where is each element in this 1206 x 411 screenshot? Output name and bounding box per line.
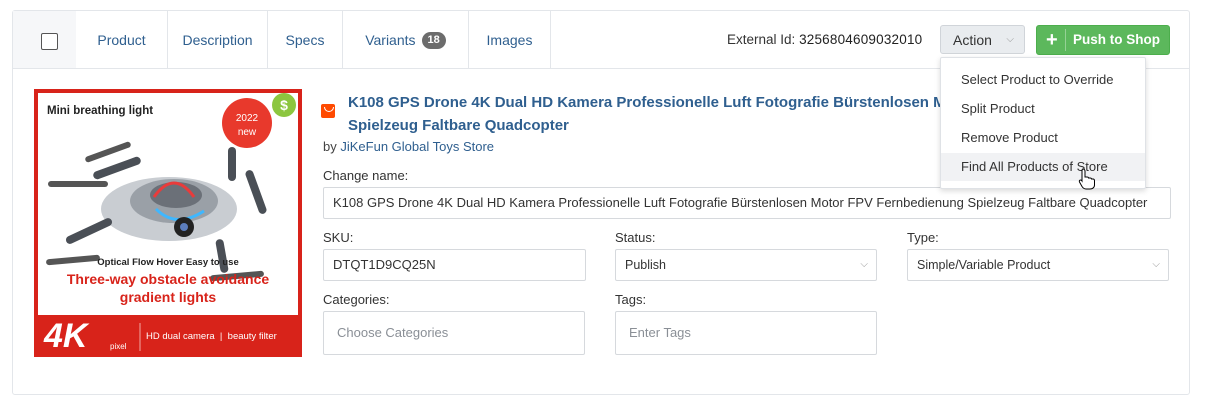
optical-text: Optical Flow Hover Easy to use (97, 257, 239, 268)
by-label: by (323, 139, 337, 154)
product-image[interactable]: $ Mini breathing light 2022 new Optical … (34, 89, 302, 357)
variants-count-badge: 18 (421, 31, 446, 49)
select-checkbox[interactable] (41, 33, 58, 50)
push-to-shop-button[interactable]: + Push to Shop (1036, 25, 1170, 55)
select-cell (13, 11, 77, 68)
chevron-down-icon: ⌵ (1152, 259, 1160, 270)
tags-label: Tags: (615, 292, 647, 307)
menu-item-find-store-products[interactable]: Find All Products of Store (941, 153, 1145, 181)
type-select[interactable]: Simple/Variable Product ⌵ (907, 249, 1169, 281)
sku-input[interactable]: DTQT1D9CQ25N (323, 249, 586, 281)
change-name-label: Change name: (323, 168, 409, 183)
resolution-sub-text: pixel (110, 342, 127, 351)
product-card: Product Description Specs Variants 18 Ima… (12, 10, 1190, 395)
product-title-line1: K108 GPS Drone 4K Dual HD Kamera Profess… (348, 94, 958, 111)
headline-line2: gradient lights (119, 289, 217, 305)
hand-cursor-icon (1078, 168, 1095, 190)
badge-year-text: 2022 (235, 113, 259, 124)
resolution-text: 4K (44, 317, 88, 355)
aliexpress-icon (321, 104, 335, 118)
store-byline: by JiKeFun Global Toys Store (323, 139, 494, 154)
svg-text:$: $ (280, 97, 288, 113)
action-label: Action (953, 32, 992, 48)
menu-item-select-override[interactable]: Select Product to Override (941, 66, 1145, 94)
categories-label: Categories: (323, 292, 390, 307)
store-link[interactable]: JiKeFun Global Toys Store (340, 139, 494, 154)
type-value: Simple/Variable Product (917, 258, 1051, 272)
plus-icon: + (1046, 29, 1058, 51)
product-title-line2: Spielzeug Faltbare Quadcopter (348, 117, 569, 134)
features-text: HD dual camera | beauty filter (146, 331, 277, 342)
external-id-label: External Id: (727, 32, 796, 47)
action-dropdown-button[interactable]: Action ⌵ (940, 25, 1025, 54)
sku-label: SKU: (323, 230, 354, 245)
badge-new-text: new (237, 127, 257, 138)
menu-item-remove-product[interactable]: Remove Product (941, 124, 1145, 152)
tab-specs[interactable]: Specs (268, 11, 343, 68)
status-label: Status: (615, 230, 656, 245)
status-select[interactable]: Publish ⌵ (615, 249, 877, 281)
button-divider (1065, 29, 1066, 51)
chevron-down-icon: ⌵ (1006, 34, 1014, 45)
menu-item-split-product[interactable]: Split Product (941, 95, 1145, 123)
chevron-down-icon: ⌵ (860, 259, 868, 270)
external-id-value: 3256804609032010 (799, 32, 923, 47)
push-to-shop-label: Push to Shop (1073, 32, 1160, 47)
headline-line1: Three-way obstacle avoidance (66, 271, 270, 287)
tab-product[interactable]: Product (76, 11, 168, 68)
tab-description[interactable]: Description (168, 11, 268, 68)
type-label: Type: (907, 230, 939, 245)
categories-input[interactable]: Choose Categories (323, 311, 585, 355)
action-menu: Select Product to Override Split Product… (940, 57, 1146, 189)
tab-variants-label: Variants (365, 32, 416, 48)
tab-variants[interactable]: Variants 18 (343, 11, 469, 68)
change-name-input[interactable]: K108 GPS Drone 4K Dual HD Kamera Profess… (323, 187, 1171, 219)
product-title-link[interactable]: K108 GPS Drone 4K Dual HD Kamera Profess… (348, 91, 958, 137)
mini-light-text: Mini breathing light (47, 105, 154, 117)
tags-input[interactable]: Enter Tags (615, 311, 877, 355)
external-id: External Id: 3256804609032010 (727, 11, 922, 69)
status-value: Publish (625, 258, 666, 272)
tab-images[interactable]: Images (469, 11, 551, 68)
